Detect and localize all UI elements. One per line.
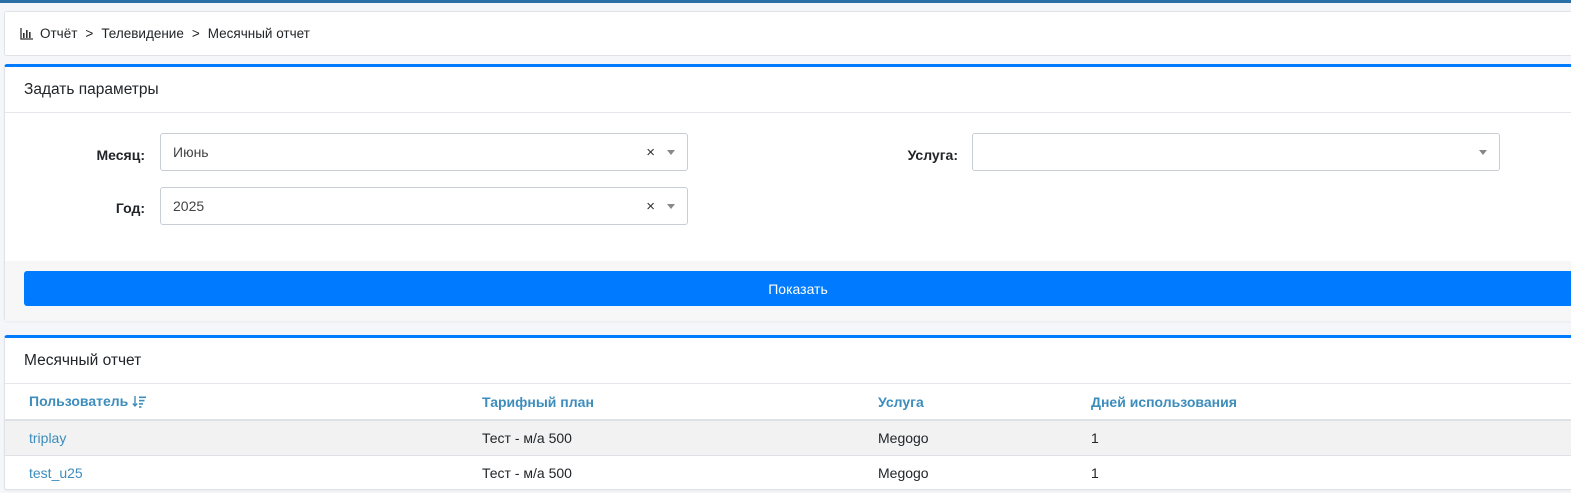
year-select-value: 2025	[173, 198, 205, 214]
table-cell-tariff: Тест - м/а 500	[458, 419, 854, 455]
service-select[interactable]	[972, 133, 1500, 171]
column-header-label: Пользователь	[29, 392, 129, 409]
year-select[interactable]: 2025 ×	[160, 187, 688, 225]
breadcrumb-separator: >	[191, 26, 200, 41]
table-row: triplay Тест - м/а 500 Megogo 1	[5, 419, 1571, 455]
breadcrumb-item-tv[interactable]: Телевидение	[101, 26, 184, 41]
column-header-user[interactable]: Пользователь	[5, 384, 458, 421]
show-button[interactable]: Показать	[24, 271, 1571, 306]
month-label: Месяц:	[96, 147, 146, 163]
clear-icon[interactable]: ×	[646, 144, 655, 161]
service-label: Услуга:	[907, 147, 958, 163]
breadcrumb-separator: >	[85, 26, 94, 41]
table-cell-days: 1	[1067, 419, 1571, 455]
table-cell-service: Megogo	[854, 419, 1067, 455]
table-cell-tariff: Тест - м/а 500	[458, 454, 854, 490]
params-card: Задать параметры Месяц: Июнь × Год: 2025…	[4, 64, 1571, 321]
table-cell-user: triplay	[5, 419, 458, 455]
month-select-value: Июнь	[173, 144, 209, 160]
breadcrumb: Отчёт > Телевидение > Месячный отчет	[4, 11, 1571, 56]
bar-chart-icon	[20, 27, 34, 40]
chevron-down-icon[interactable]	[667, 204, 675, 209]
user-link[interactable]: test_u25	[29, 465, 83, 481]
month-select[interactable]: Июнь ×	[160, 133, 688, 171]
top-accent-line	[0, 0, 1571, 3]
breadcrumb-item-monthly: Месячный отчет	[207, 26, 310, 41]
year-label: Год:	[115, 200, 145, 216]
sort-desc-icon[interactable]	[132, 395, 147, 411]
table-row: test_u25 Тест - м/а 500 Megogo 1	[5, 454, 1571, 490]
column-header-tariff[interactable]: Тарифный план	[458, 384, 854, 421]
chevron-down-icon[interactable]	[1479, 150, 1487, 155]
table-cell-user: test_u25	[5, 454, 458, 490]
params-card-footer: Показать	[5, 261, 1571, 321]
breadcrumb-item-report[interactable]: Отчёт	[40, 26, 77, 41]
column-header-service[interactable]: Услуга	[854, 384, 1067, 421]
table-cell-service: Megogo	[854, 454, 1067, 490]
user-link[interactable]: triplay	[29, 430, 66, 446]
column-header-days[interactable]: Дней использования	[1067, 384, 1571, 421]
params-card-title: Задать параметры	[5, 67, 1571, 113]
report-card: Месячный отчет Пользователь Тарифный пла…	[4, 335, 1571, 490]
chevron-down-icon[interactable]	[667, 150, 675, 155]
table-cell-days: 1	[1067, 454, 1571, 490]
report-card-title: Месячный отчет	[5, 338, 1571, 384]
report-table: Пользователь Тарифный план Услуга Дней и…	[5, 384, 1571, 490]
clear-icon[interactable]: ×	[646, 198, 655, 215]
